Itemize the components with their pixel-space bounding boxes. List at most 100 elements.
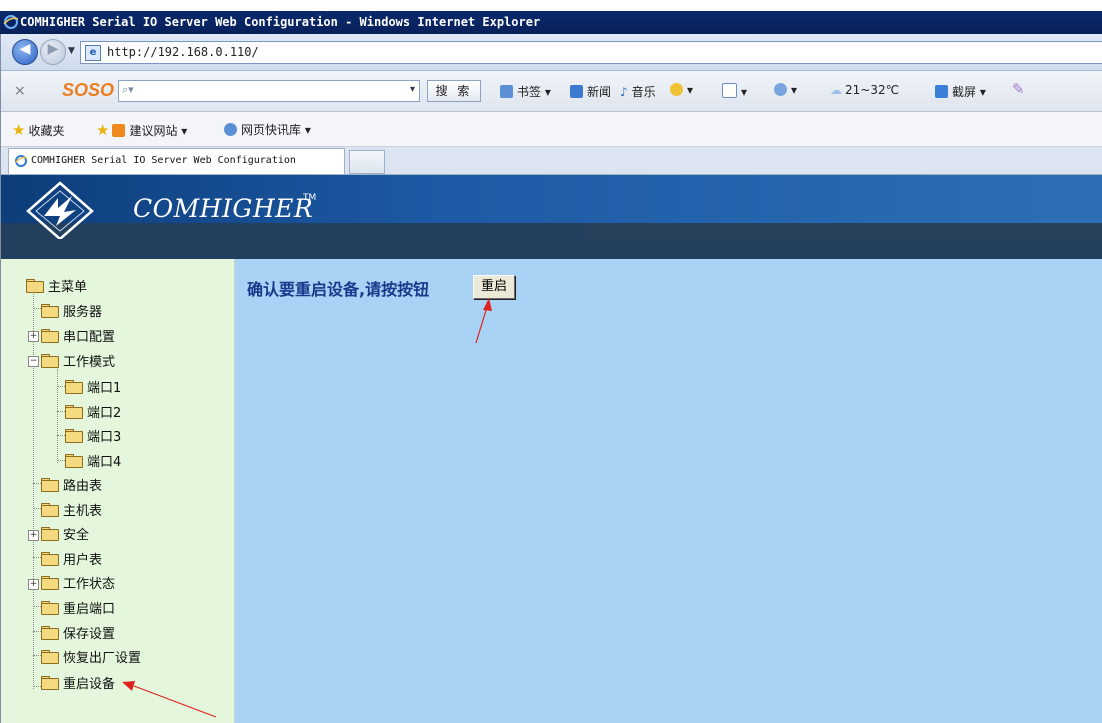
tree-label: 恢复出厂设置 (63, 651, 142, 666)
screen-top-edge (0, 0, 1102, 11)
tree-label: 主机表 (63, 504, 103, 519)
music-label: 音乐 (631, 85, 656, 99)
tree-label: 端口3 (87, 430, 122, 445)
bookmark-icon (500, 85, 513, 98)
tree-item-port3[interactable]: 端口3 (65, 426, 121, 446)
screenshot-label: 截屏 (952, 85, 977, 99)
reboot-confirm-message: 确认要重启设备,请按按钮 (247, 280, 430, 299)
web-slice-label: 网页快讯库 (241, 123, 302, 137)
favorites-button[interactable]: ★ 收藏夹 (12, 121, 64, 139)
sidebar-menu: 主菜单 服务器 + 串口配置 − 工作模式 端口1 端口2 端口3 端口4 路由… (0, 259, 235, 723)
tree-line (33, 308, 41, 309)
tree-item-port1[interactable]: 端口1 (65, 377, 121, 397)
help-icon (774, 83, 787, 96)
folder-icon (41, 676, 59, 690)
folder-icon (41, 478, 59, 492)
brush-icon[interactable]: ✎ (1012, 80, 1025, 98)
favorites-star-icon: ★ (12, 121, 26, 139)
tree-item-host-table[interactable]: 主机表 (41, 500, 102, 520)
tree-line (57, 435, 65, 436)
suggested-sites-icon (112, 124, 126, 137)
tab-comhigher[interactable]: COMHIGHER Serial IO Server Web Configura… (8, 148, 345, 174)
toolbar-close-button[interactable]: × (14, 83, 26, 99)
tree-item-work-status[interactable]: 工作状态 (41, 573, 115, 593)
help-button[interactable]: ▾ (774, 83, 797, 97)
tree-item-route-table[interactable]: 路由表 (41, 475, 102, 495)
tree-item-save-settings[interactable]: 保存设置 (41, 623, 115, 643)
search-dropdown-icon[interactable]: ▾ (410, 84, 415, 95)
history-dropdown-icon[interactable]: ▼ (68, 46, 75, 56)
news-button[interactable]: 新闻 (570, 83, 611, 100)
collapse-icon[interactable]: − (28, 356, 39, 367)
add-favorite-icon: ★ (96, 121, 110, 139)
address-field[interactable]: e http://192.168.0.110/ (80, 41, 1102, 64)
tree-line (57, 386, 65, 387)
soso-search-button[interactable]: 搜 索 (427, 80, 481, 102)
tree-label: 主菜单 (48, 280, 88, 295)
soso-logo: SOSO (62, 80, 115, 100)
tree-label: 端口1 (87, 381, 122, 396)
folder-icon (65, 454, 83, 468)
bookmarks-button[interactable]: 书签 ▾ (500, 83, 551, 100)
banner-bottom-strip (0, 239, 1102, 259)
expand-icon[interactable]: + (28, 530, 39, 541)
tree-item-port4[interactable]: 端口4 (65, 451, 121, 471)
search-icon: ⌕▾ (122, 83, 134, 96)
weather-widget[interactable]: ☁ 21~32℃ (830, 83, 899, 97)
mail-button[interactable]: ▾ (722, 83, 747, 99)
bookmarks-label: 书签 (517, 85, 542, 99)
back-button[interactable]: ◀ (12, 39, 38, 65)
tree-item-user-table[interactable]: 用户表 (41, 549, 102, 569)
expand-icon[interactable]: + (28, 579, 39, 590)
expand-icon[interactable]: + (28, 331, 39, 342)
tree-item-work-mode[interactable]: 工作模式 (41, 351, 115, 371)
suggested-sites-label: 建议网站 (129, 124, 178, 138)
music-button[interactable]: ♪ 音乐 (620, 83, 656, 100)
weather-cloud-icon: ☁ (830, 83, 842, 97)
tree-item-factory-reset[interactable]: 恢复出厂设置 (41, 647, 141, 667)
tree-root-main-menu[interactable]: 主菜单 (26, 276, 87, 296)
reboot-button[interactable]: 重启 (473, 275, 515, 299)
tree-label: 工作状态 (63, 577, 116, 592)
suggested-sites-button[interactable]: ★ 建议网站 ▾ (96, 121, 187, 139)
folder-icon (65, 429, 83, 443)
tree-item-server[interactable]: 服务器 (41, 301, 102, 321)
soso-search-input[interactable]: ⌕▾ ▾ (118, 80, 420, 102)
mail-icon (722, 83, 737, 98)
folder-icon (41, 503, 59, 517)
main-content: 确认要重启设备,请按按钮 重启 (235, 259, 1102, 723)
favorites-bar: ★ 收藏夹 ★ 建议网站 ▾ 网页快讯库 ▾ (0, 112, 1102, 147)
tree-line (57, 369, 58, 463)
music-note-icon: ♪ (620, 85, 628, 99)
tree-item-reboot-device[interactable]: 重启设备 (41, 673, 115, 693)
folder-icon (41, 576, 59, 590)
news-icon (570, 85, 583, 98)
open-folder-icon (41, 354, 59, 368)
folder-icon (41, 650, 59, 664)
tree-label: 串口配置 (63, 330, 116, 345)
folder-icon (41, 329, 59, 343)
tree-line (33, 655, 41, 656)
folder-icon (65, 405, 83, 419)
web-slice-gallery-button[interactable]: 网页快讯库 ▾ (224, 121, 311, 138)
tree-item-serial-config[interactable]: 串口配置 (41, 326, 115, 346)
tree-label: 重启设备 (63, 677, 116, 692)
tree-item-restart-port[interactable]: 重启端口 (41, 598, 115, 618)
web-slice-icon (224, 123, 237, 136)
forward-button[interactable]: ▶ (40, 39, 66, 65)
face-icon-button[interactable]: ▾ (670, 83, 693, 97)
folder-icon (65, 380, 83, 394)
tree-item-port2[interactable]: 端口2 (65, 402, 121, 422)
tab-ie-icon (14, 155, 28, 167)
tree-line (33, 631, 41, 632)
tree-label: 端口4 (87, 455, 122, 470)
tree-item-security[interactable]: 安全 (41, 524, 89, 544)
screenshot-button[interactable]: 截屏 ▾ (935, 83, 986, 100)
url-text: http://192.168.0.110/ (107, 45, 259, 59)
tree-line (57, 411, 65, 412)
tree-line (33, 557, 41, 558)
page-icon: e (85, 45, 101, 61)
new-tab-button[interactable] (349, 150, 385, 174)
back-arrow-icon: ◀ (19, 41, 31, 57)
banner-trademark: TM (303, 193, 317, 203)
